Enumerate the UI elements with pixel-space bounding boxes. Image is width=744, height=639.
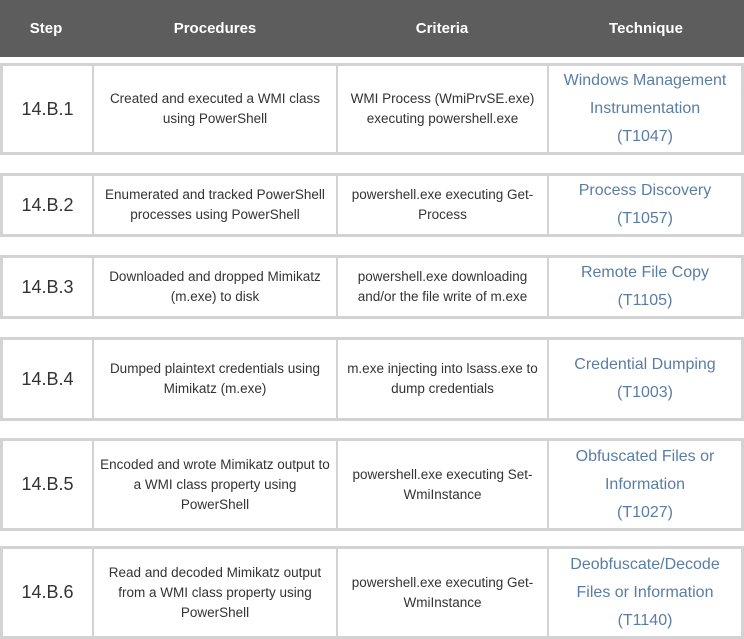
procedure-cell: Encoded and wrote Mimikatz output to a W… [94, 441, 336, 528]
technique-id[interactable]: (T1027) [557, 499, 733, 527]
header-technique: Technique [609, 20, 683, 37]
technique-link[interactable]: Process Discovery [579, 182, 711, 199]
header-criteria: Criteria [415, 20, 469, 37]
technique-link[interactable]: Remote File Copy [581, 264, 709, 281]
technique-link[interactable]: Credential Dumping [574, 356, 715, 373]
table-row: 14.B.5 Encoded and wrote Mimikatz output… [0, 438, 744, 531]
technique-id[interactable]: (T1105) [581, 287, 709, 315]
table-row: 14.B.1 Created and executed a WMI class … [0, 63, 744, 155]
criteria-cell: powershell.exe executing Get-Process [338, 176, 547, 234]
table-row: 14.B.6 Read and decoded Mimikatz output … [0, 546, 744, 639]
criteria-cell: powershell.exe executing Set-WmiInstance [338, 441, 547, 528]
criteria-cell: WMI Process (WmiPrvSE.exe) executing pow… [338, 66, 547, 152]
technique-cell[interactable]: Credential Dumping (T1003) [549, 340, 741, 418]
step-cell: 14.B.6 [3, 549, 92, 636]
procedure-cell: Read and decoded Mimikatz output from a … [94, 549, 336, 636]
step-cell: 14.B.4 [3, 340, 92, 418]
criteria-cell: powershell.exe executing Get-WmiInstance [338, 549, 547, 636]
table-row: 14.B.2 Enumerated and tracked PowerShell… [0, 173, 744, 237]
technique-cell[interactable]: Remote File Copy (T1105) [549, 258, 741, 316]
technique-link[interactable]: Deobfuscate/Decode Files or Information [570, 556, 719, 601]
step-cell: 14.B.1 [3, 66, 92, 152]
technique-id[interactable]: (T1003) [574, 379, 715, 407]
criteria-cell: powershell.exe downloading and/or the fi… [338, 258, 547, 316]
technique-link[interactable]: Obfuscated Files or Information [576, 448, 715, 493]
header-step: Step [29, 20, 63, 37]
technique-id[interactable]: (T1047) [557, 123, 733, 151]
technique-link[interactable]: Windows Management Instrumentation [564, 72, 727, 117]
step-cell: 14.B.2 [3, 176, 92, 234]
procedure-cell: Dumped plaintext credentials using Mimik… [94, 340, 336, 418]
technique-cell[interactable]: Windows Management Instrumentation (T104… [549, 66, 741, 152]
technique-id[interactable]: (T1057) [579, 205, 711, 233]
table-header: Step Procedures Criteria Technique [0, 0, 744, 57]
procedure-cell: Enumerated and tracked PowerShell proces… [94, 176, 336, 234]
step-cell: 14.B.3 [3, 258, 92, 316]
table-row: 14.B.4 Dumped plaintext credentials usin… [0, 337, 744, 421]
procedure-cell: Created and executed a WMI class using P… [94, 66, 336, 152]
technique-cell[interactable]: Obfuscated Files or Information (T1027) [549, 441, 741, 528]
step-cell: 14.B.5 [3, 441, 92, 528]
technique-cell[interactable]: Deobfuscate/Decode Files or Information … [549, 549, 741, 636]
procedure-cell: Downloaded and dropped Mimikatz (m.exe) … [94, 258, 336, 316]
technique-cell[interactable]: Process Discovery (T1057) [549, 176, 741, 234]
header-procedures: Procedures [173, 20, 257, 37]
table-row: 14.B.3 Downloaded and dropped Mimikatz (… [0, 255, 744, 319]
technique-id[interactable]: (T1140) [557, 607, 733, 635]
criteria-cell: m.exe injecting into lsass.exe to dump c… [338, 340, 547, 418]
